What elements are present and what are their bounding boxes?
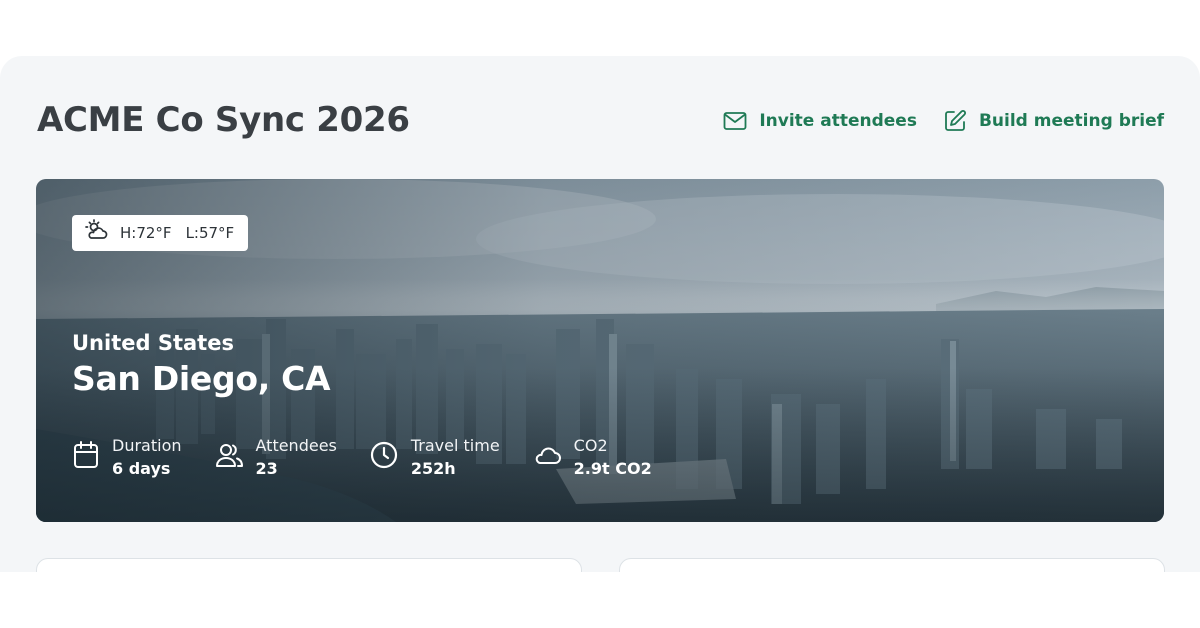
stat-duration-label: Duration xyxy=(112,436,182,455)
temperature-range: H:72°F L:57°F xyxy=(120,224,234,242)
edit-icon xyxy=(943,109,967,133)
stat-attendees: Attendees 23 xyxy=(214,434,337,480)
stat-co2-label: CO2 xyxy=(573,436,608,455)
users-icon xyxy=(214,440,244,474)
temperature-high: H:72°F xyxy=(120,224,172,242)
stat-co2: CO2 2.9t CO2 xyxy=(532,434,652,480)
destination-country: United States xyxy=(72,331,234,355)
stat-travel-time-label: Travel time xyxy=(410,436,500,455)
page-title: ACME Co Sync 2026 xyxy=(37,100,410,140)
stat-travel-time-value: 252h xyxy=(410,459,456,478)
weather-badge: H:72°F L:57°F xyxy=(72,215,249,251)
clock-icon xyxy=(369,440,399,474)
stat-co2-value: 2.9t CO2 xyxy=(573,459,652,478)
trip-stats: Duration 6 days Attendees 23 Travel time… xyxy=(72,434,684,480)
viewport-bottom xyxy=(0,572,1200,628)
envelope-icon xyxy=(723,111,747,131)
stat-travel-time: Travel time 252h xyxy=(369,434,500,480)
destination-city: San Diego, CA xyxy=(72,359,331,398)
stat-attendees-value: 23 xyxy=(255,459,278,478)
invite-attendees-button[interactable]: Invite attendees xyxy=(723,111,917,131)
build-meeting-brief-label: Build meeting brief xyxy=(978,111,1164,131)
stat-attendees-label: Attendees xyxy=(255,436,337,455)
header-actions: Invite attendees Build meeting brief xyxy=(723,109,1164,133)
cloud-icon xyxy=(532,442,562,472)
destination-hero: H:72°F L:57°F United States San Diego, C… xyxy=(36,179,1164,522)
stat-duration: Duration 6 days xyxy=(72,434,182,480)
stat-duration-value: 6 days xyxy=(112,459,171,478)
build-meeting-brief-button[interactable]: Build meeting brief xyxy=(943,109,1164,133)
partly-cloudy-icon xyxy=(84,218,110,248)
calendar-icon xyxy=(72,440,100,474)
temperature-low: L:57°F xyxy=(185,224,235,242)
invite-attendees-label: Invite attendees xyxy=(759,111,917,131)
